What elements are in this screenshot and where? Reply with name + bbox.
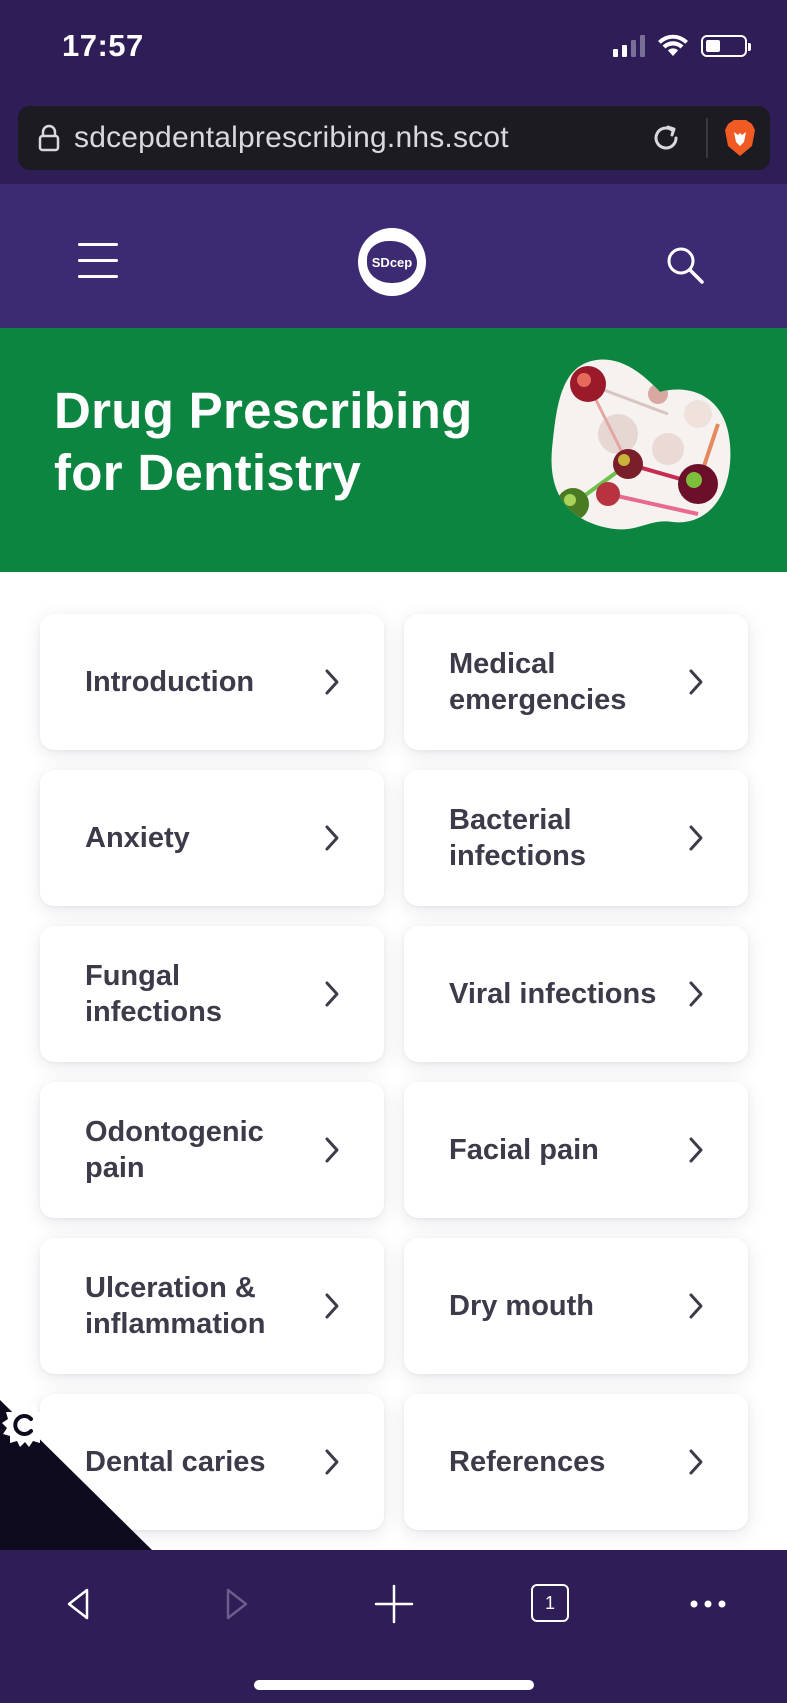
chevron-right-icon (325, 669, 339, 695)
hero-banner: Drug Prescribing for Dentistry (0, 328, 787, 572)
topic-card-introduction[interactable]: Introduction (40, 614, 384, 750)
molecule-illustration (551, 359, 731, 530)
topic-label: Facial pain (449, 1134, 599, 1166)
topic-card-anxiety[interactable]: Anxiety (40, 770, 384, 906)
chevron-right-icon (689, 1449, 703, 1475)
topic-label: Odontogenic pain (85, 1116, 264, 1184)
home-indicator (254, 1680, 534, 1690)
topic-label: Viral infections (449, 978, 657, 1010)
topic-card-ulceration-inflammation[interactable]: Ulceration & inflammation (40, 1238, 384, 1374)
logo-text: SDcep (367, 241, 417, 283)
hamburger-menu-icon[interactable] (78, 243, 118, 279)
wifi-icon (658, 34, 688, 56)
chevron-right-icon (689, 981, 703, 1007)
topic-grid: Introduction Medical emergencies Anxiety… (40, 614, 748, 1530)
url-divider (706, 118, 708, 158)
topic-card-dry-mouth[interactable]: Dry mouth (404, 1238, 748, 1374)
forward-icon[interactable] (214, 1582, 258, 1626)
topic-label: Bacterial infections (449, 804, 586, 872)
new-tab-icon[interactable] (372, 1582, 416, 1626)
tab-count: 1 (544, 1592, 555, 1613)
topic-card-references[interactable]: References (404, 1394, 748, 1530)
topic-label: Ulceration & inflammation (85, 1272, 266, 1340)
site-header: SDcep (0, 184, 787, 328)
chevron-right-icon (689, 669, 703, 695)
status-time: 17:57 (62, 28, 144, 63)
topic-card-bacterial-infections[interactable]: Bacterial infections (404, 770, 748, 906)
address-bar[interactable]: sdcepdentalprescribing.nhs.scot (18, 106, 770, 170)
chevron-right-icon (325, 1137, 339, 1163)
cookie-settings-corner[interactable] (0, 1400, 152, 1550)
cellular-signal-icon (613, 35, 645, 57)
page-title-line-1: Drug Prescribing (54, 382, 473, 439)
battery-icon (701, 35, 751, 57)
topic-label: Introduction (85, 666, 255, 698)
chevron-right-icon (325, 981, 339, 1007)
brave-lion-icon[interactable] (722, 118, 758, 158)
page-title-line-2: for Dentistry (54, 444, 362, 501)
sdcep-logo[interactable]: SDcep (358, 228, 426, 296)
more-icon[interactable] (686, 1582, 730, 1626)
topic-label: Medical emergencies (449, 648, 627, 716)
chevron-right-icon (689, 1137, 703, 1163)
browser-toolbar: sdcepdentalprescribing.nhs.scot (0, 100, 787, 184)
status-bar: 17:57 (0, 0, 787, 100)
topic-label: Fungal infections (85, 960, 222, 1028)
topic-card-fungal-infections[interactable]: Fungal infections (40, 926, 384, 1062)
topic-card-facial-pain[interactable]: Facial pain (404, 1082, 748, 1218)
chevron-right-icon (689, 1293, 703, 1319)
chevron-right-icon (325, 1449, 339, 1475)
page-title: Drug Prescribing for Dentistry (54, 380, 473, 504)
topic-label: Dry mouth (449, 1290, 594, 1322)
chevron-right-icon (689, 825, 703, 851)
url-text[interactable]: sdcepdentalprescribing.nhs.scot (74, 121, 646, 155)
reload-icon[interactable] (646, 118, 686, 158)
search-icon[interactable] (664, 244, 706, 286)
topic-card-odontogenic-pain[interactable]: Odontogenic pain (40, 1082, 384, 1218)
topic-card-medical-emergencies[interactable]: Medical emergencies (404, 614, 748, 750)
chevron-right-icon (325, 825, 339, 851)
chevron-right-icon (325, 1293, 339, 1319)
tabs-icon[interactable]: 1 (531, 1584, 569, 1622)
topic-label: References (449, 1446, 606, 1478)
cookie-settings-icon[interactable] (0, 1400, 50, 1450)
browser-bottom-bar: 1 (0, 1550, 787, 1703)
lock-icon (38, 124, 60, 152)
topic-card-viral-infections[interactable]: Viral infections (404, 926, 748, 1062)
topic-label: Anxiety (85, 822, 190, 854)
back-icon[interactable] (57, 1582, 101, 1626)
status-icons (613, 34, 751, 58)
